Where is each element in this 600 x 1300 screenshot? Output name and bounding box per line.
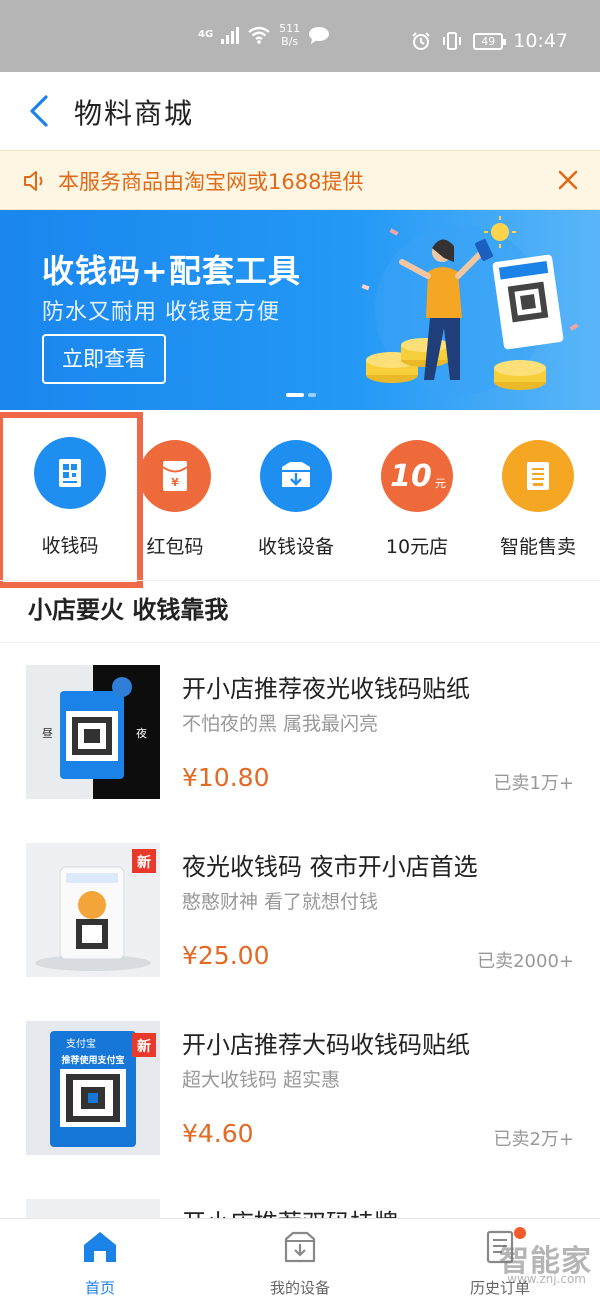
back-arrow-icon[interactable] [26,94,52,128]
speed-value: 511 [279,22,301,35]
status-right: 49 10:47 [411,30,568,52]
alipay-brand-text: 支付宝 [66,1037,96,1050]
speed-unit: B/s [281,35,299,48]
product-title: 开小店推荐大码收钱码贴纸 [182,1031,470,1059]
pagination-dot [308,393,316,397]
ten-yuan-number: 10 [390,459,432,494]
ten-yuan-unit: 元 [435,477,446,490]
product-subtitle: 超大收钱码 超实惠 [182,1069,341,1091]
device-icon [260,440,332,512]
red-envelope-icon: ¥ [139,440,211,512]
category-ten-yuan[interactable]: 10 元 10元店 [357,428,477,568]
close-icon[interactable] [556,168,580,192]
ten-yuan-icon: 10 元 [381,440,453,512]
product-item[interactable]: 新 夜光收钱码 夜市开小店首选 憨憨财神 看了就想付钱 ¥25.00 已卖200… [0,821,600,997]
tab-label: 首页 [84,1279,115,1297]
banner-subtitle: 防水又耐用 收钱更方便 [42,300,280,325]
category-label: 10元店 [385,536,449,558]
product-sold-count: 已卖2000+ [477,951,574,972]
category-label: 智能售卖 [499,536,576,558]
view-now-button[interactable]: 立即查看 [42,334,166,384]
status-left: 4G 511 B/s [198,22,330,48]
qrcode-icon [34,437,106,509]
tab-label: 我的设备 [269,1279,330,1297]
category-vending[interactable]: 智能售卖 [478,428,598,568]
tab-my-devices[interactable]: 我的设备 [200,1227,400,1300]
app-header: 物料商城 [0,72,600,150]
alarm-icon [412,32,430,50]
pagination-dot-active [286,393,304,397]
battery-icon: 49 [473,32,507,50]
network-speed: 511 B/s [279,22,300,48]
category-label: 收钱设备 [257,536,334,558]
wifi-icon [248,26,270,44]
category-device[interactable]: 收钱设备 [236,428,356,568]
banner-title: 收钱码+配套工具 [42,252,301,290]
banner-pagination [286,393,316,397]
product-price: ¥4.60 [182,1119,254,1148]
tab-home[interactable]: 首页 [0,1227,200,1300]
network-type: 4G [198,29,214,40]
battery-level: 49 [481,34,496,48]
watermark-url: www.znj.com [507,1272,586,1286]
new-badge: 新 [137,854,151,871]
signal-icon [221,26,240,44]
promo-banner[interactable]: 收钱码+配套工具 防水又耐用 收钱更方便 立即查看 [0,210,600,410]
product-sold-count: 已卖1万+ [493,773,574,794]
day-label: 昼 [42,727,53,740]
category-label: 红包码 [146,536,204,558]
banner-illustration [361,216,579,395]
product-title: 夜光收钱码 夜市开小店首选 [182,853,478,881]
product-subtitle: 憨憨财神 看了就想付钱 [182,891,379,913]
notice-text: 本服务商品由淘宝网或1688提供 [58,170,364,194]
section-title: 小店要火 收钱靠我 [28,596,229,624]
section-divider [0,580,600,581]
product-image: 新 [26,843,160,977]
product-price: ¥25.00 [182,941,270,970]
home-icon [84,1232,116,1262]
device-box-icon [284,1231,316,1263]
product-subtitle: 不怕夜的黑 属我最闪亮 [182,713,379,735]
message-icon [309,27,330,44]
product-title: 开小店推荐夜光收钱码贴纸 [182,675,470,703]
category-red-envelope[interactable]: ¥ 红包码 [115,428,235,568]
product-item[interactable]: 支付宝 推荐使用支付宝 新 开小店推荐大码收钱码贴纸 超大收钱码 超实惠 ¥4.… [0,999,600,1175]
vibrate-icon [443,32,462,50]
product-image: 昼 夜 [26,665,160,799]
notice-bar: 本服务商品由淘宝网或1688提供 [0,150,600,210]
new-badge: 新 [137,1038,151,1055]
product-sold-count: 已卖2万+ [493,1129,574,1150]
alipay-tagline-text: 推荐使用支付宝 [61,1054,124,1066]
product-price: ¥10.80 [182,763,270,792]
night-label: 夜 [136,726,147,740]
category-row: 收钱码 ¥ 红包码 收钱设备 10 元 10元店 智能售卖 [0,410,600,588]
clock: 10:47 [513,30,568,52]
product-item[interactable]: 昼 夜 开小店推荐夜光收钱码贴纸 不怕夜的黑 属我最闪亮 ¥10.80 已卖1万… [0,643,600,819]
status-bar: 4G 511 B/s 49 10:47 [0,0,600,72]
speaker-icon [24,171,43,191]
svg-text:¥: ¥ [171,476,179,489]
vending-icon [502,440,574,512]
page-title: 物料商城 [74,97,195,130]
product-image: 支付宝 推荐使用支付宝 新 [26,1021,160,1155]
